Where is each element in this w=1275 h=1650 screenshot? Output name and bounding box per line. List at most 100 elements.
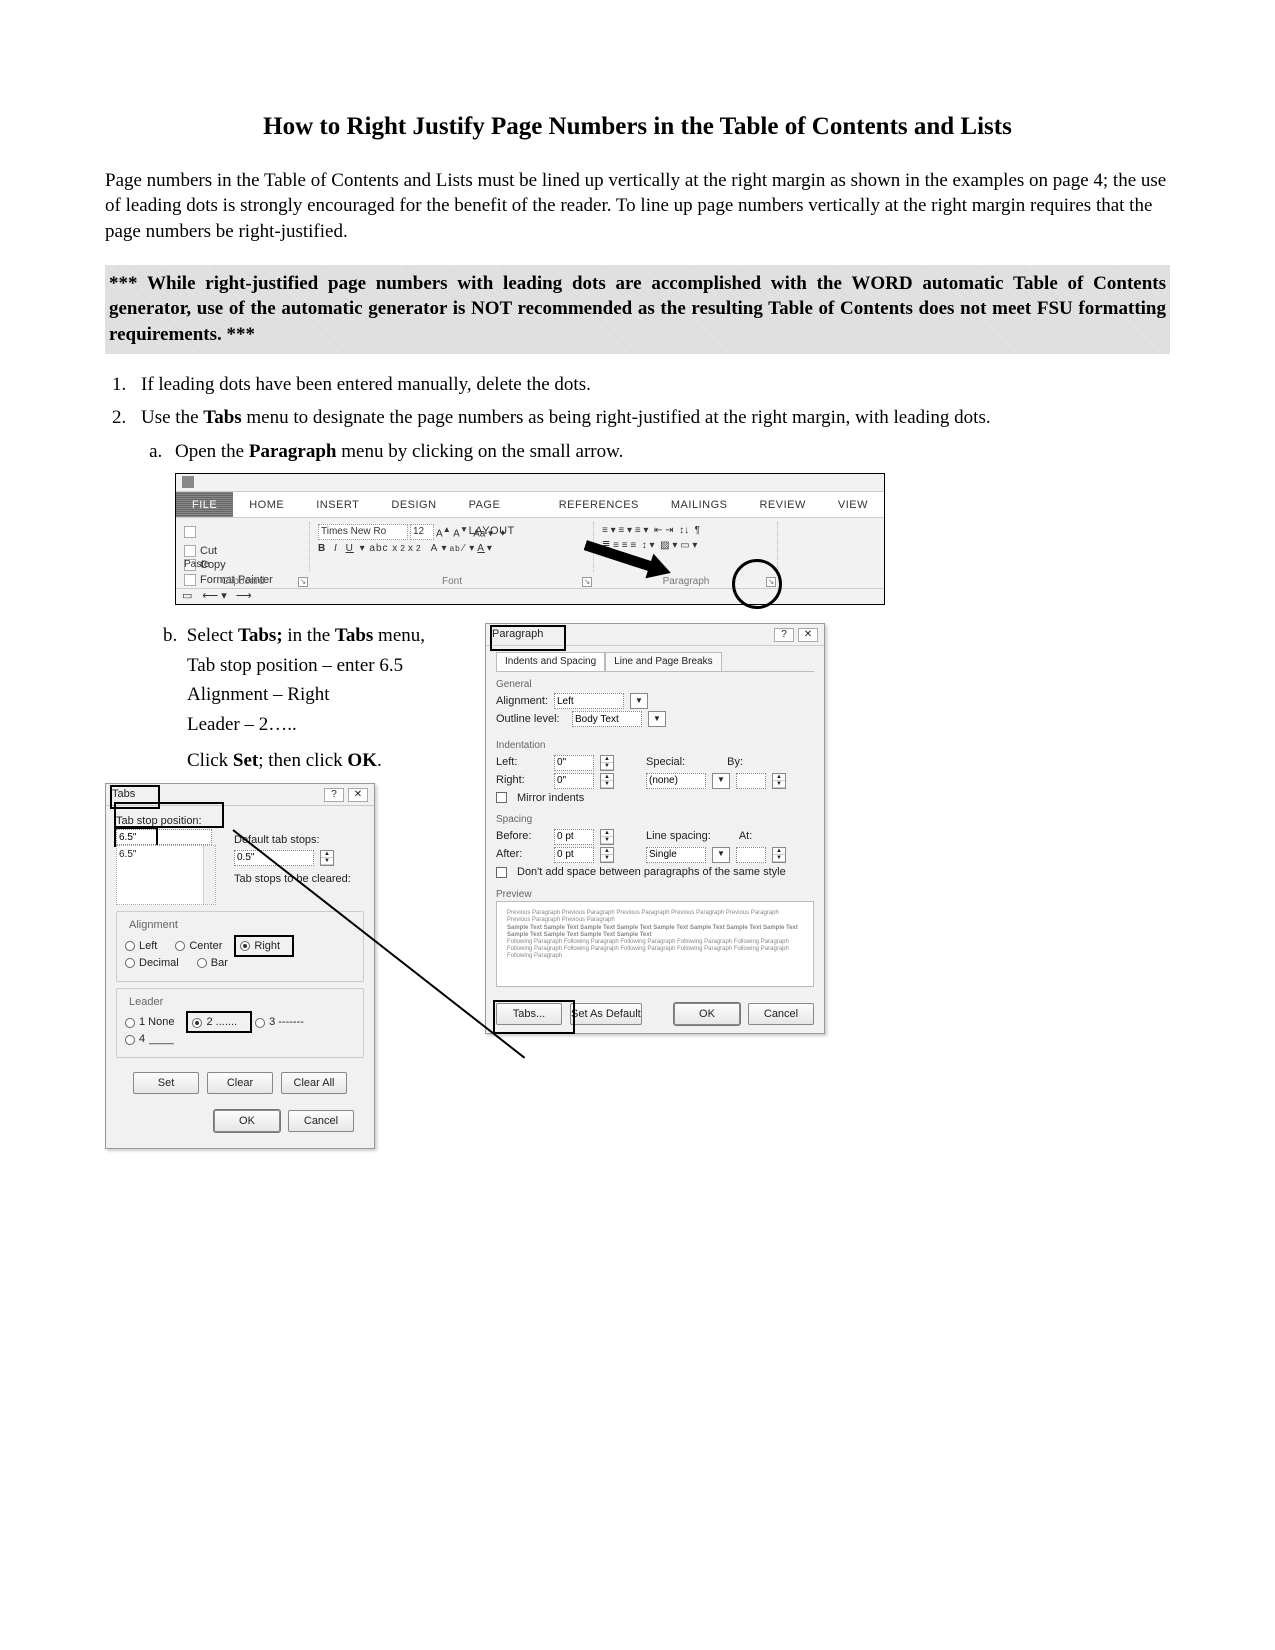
warning-box: *** While right-justified page numbers w… bbox=[105, 265, 1170, 354]
clear-all-button[interactable]: Clear All bbox=[281, 1072, 347, 1094]
help-icon[interactable]: ? bbox=[324, 788, 344, 802]
tab-indents-spacing[interactable]: Indents and Spacing bbox=[496, 652, 605, 671]
ribbon-tab-file[interactable]: FILE bbox=[176, 492, 233, 517]
at-input[interactable] bbox=[736, 847, 766, 863]
leader-4-radio[interactable]: 4 ____ bbox=[125, 1032, 174, 1047]
ribbon-tab-design[interactable]: DESIGN bbox=[375, 492, 452, 517]
dont-add-space-checkbox[interactable] bbox=[496, 867, 507, 878]
paste-label[interactable]: Paste bbox=[184, 558, 303, 572]
tabs-ok-button[interactable]: OK bbox=[214, 1110, 280, 1132]
alignment-right-label: Right bbox=[254, 939, 280, 954]
ribbon-tab-home[interactable]: HOME bbox=[233, 492, 300, 517]
para-ok-button[interactable]: OK bbox=[674, 1003, 740, 1025]
leader-4-label: 4 bbox=[139, 1032, 145, 1047]
mirror-indents-checkbox[interactable] bbox=[496, 792, 507, 803]
spinner-icon-2[interactable]: ▲▼ bbox=[600, 755, 614, 771]
mirror-indents-label: Mirror indents bbox=[517, 791, 584, 806]
paragraph-launcher-icon[interactable]: ↘ bbox=[766, 577, 776, 587]
special-select[interactable] bbox=[646, 773, 706, 789]
alignment-group-label: Alignment bbox=[125, 918, 182, 933]
tab-stop-list[interactable]: 6.5" bbox=[116, 845, 216, 905]
step-2a-a: Open the bbox=[175, 441, 249, 462]
spacing-after-label: After: bbox=[496, 847, 548, 862]
alignment-center-label: Center bbox=[189, 939, 222, 954]
indent-right-input[interactable] bbox=[554, 773, 594, 789]
spinner-icon-5[interactable]: ▲▼ bbox=[600, 829, 614, 845]
step-2b: b. Select Tabs; in the Tabs menu, bbox=[163, 623, 465, 649]
leader-3-radio[interactable]: 3 ------- bbox=[255, 1015, 304, 1030]
by-input[interactable] bbox=[736, 773, 766, 789]
dont-add-space-label: Don't add space between paragraphs of th… bbox=[517, 865, 786, 880]
ribbon-tab-pagelayout[interactable]: PAGE LAYOUT bbox=[453, 492, 543, 517]
spinner-icon-7[interactable]: ▲▼ bbox=[772, 847, 786, 863]
sub-b-click-a: Click bbox=[187, 750, 233, 771]
step-2a: Open the Paragraph menu by clicking on t… bbox=[167, 439, 1170, 605]
leader-1-radio[interactable]: 1 None bbox=[125, 1015, 174, 1030]
cut-label[interactable]: Cut bbox=[200, 545, 217, 557]
para-close-icon[interactable]: ✕ bbox=[798, 628, 818, 642]
line-spacing-select[interactable] bbox=[646, 847, 706, 863]
tabs-button[interactable]: Tabs... bbox=[496, 1003, 562, 1025]
at-label: At: bbox=[739, 829, 752, 844]
font-launcher-icon[interactable]: ↘ bbox=[582, 577, 592, 587]
ribbon-tab-insert[interactable]: INSERT bbox=[300, 492, 375, 517]
paragraph-group-label: Paragraph bbox=[663, 576, 710, 587]
clipboard-group-label: Clipboard bbox=[222, 576, 265, 587]
close-icon[interactable]: ✕ bbox=[348, 788, 368, 802]
spacing-before-input[interactable] bbox=[554, 829, 594, 845]
outline-level-select[interactable] bbox=[572, 711, 642, 727]
dropdown-icon-3[interactable]: ▼ bbox=[712, 773, 730, 789]
spinner-icon-3[interactable]: ▲▼ bbox=[600, 773, 614, 789]
font-name-box[interactable]: Times New Ro bbox=[318, 524, 408, 540]
para-help-icon[interactable]: ? bbox=[774, 628, 794, 642]
ribbon-tab-view[interactable]: VIEW bbox=[822, 492, 884, 517]
step-2-text-a: Use the bbox=[141, 407, 203, 428]
spacing-after-input[interactable] bbox=[554, 847, 594, 863]
alignment-bar-radio[interactable]: Bar bbox=[197, 956, 228, 971]
ribbon-tab-mailings[interactable]: MAILINGS bbox=[655, 492, 744, 517]
step-2b-a: Select bbox=[187, 625, 238, 646]
by-label: By: bbox=[727, 755, 743, 770]
leader-1-label: 1 None bbox=[139, 1015, 174, 1030]
clipboard-launcher-icon[interactable]: ↘ bbox=[298, 577, 308, 587]
leader-2-radio[interactable]: 2 ....... bbox=[192, 1015, 237, 1030]
alignment-decimal-radio[interactable]: Decimal bbox=[125, 956, 179, 971]
paste-icon bbox=[184, 526, 196, 538]
sub-b-click-b: Set bbox=[233, 750, 258, 771]
leader-3-label: 3 ------- bbox=[269, 1015, 304, 1030]
spinner-icon-4[interactable]: ▲▼ bbox=[772, 773, 786, 789]
sub-b-line1: Tab stop position – enter 6.5 bbox=[187, 653, 465, 679]
font-size-box[interactable]: 12 bbox=[410, 524, 434, 540]
spinner-icon-6[interactable]: ▲▼ bbox=[600, 847, 614, 863]
step-2: Use the Tabs menu to designate the page … bbox=[131, 405, 1170, 605]
sub-b-click-c: ; then click bbox=[258, 750, 347, 771]
clear-button[interactable]: Clear bbox=[207, 1072, 273, 1094]
alignment-select[interactable] bbox=[554, 693, 624, 709]
alignment-left-radio[interactable]: Left bbox=[125, 939, 157, 954]
set-as-default-button[interactable]: Set As Default bbox=[570, 1003, 642, 1025]
word-app-icon bbox=[182, 476, 194, 488]
tabs-cancel-button[interactable]: Cancel bbox=[288, 1110, 354, 1132]
spacing-label: Spacing bbox=[496, 813, 814, 827]
step-2-bold: Tabs bbox=[203, 407, 241, 428]
indent-left-input[interactable] bbox=[554, 755, 594, 771]
spinner-icon[interactable]: ▲▼ bbox=[320, 850, 334, 866]
ribbon-tab-references[interactable]: REFERENCES bbox=[543, 492, 655, 517]
alignment-decimal-label: Decimal bbox=[139, 956, 179, 971]
tabs-dialog: Tabs ? ✕ Tab stop position: 6.5" bbox=[105, 783, 375, 1149]
ruler-icon: ▭ bbox=[182, 589, 192, 604]
alignment-left-label: Left bbox=[139, 939, 157, 954]
set-button[interactable]: Set bbox=[133, 1072, 199, 1094]
dropdown-icon-2[interactable]: ▼ bbox=[648, 711, 666, 727]
ribbon-tab-review[interactable]: REVIEW bbox=[743, 492, 821, 517]
sub-b-line3: Leader – 2….. bbox=[187, 712, 465, 738]
tab-stop-list-item[interactable]: 6.5" bbox=[119, 848, 213, 862]
dropdown-icon[interactable]: ▼ bbox=[630, 693, 648, 709]
alignment-center-radio[interactable]: Center bbox=[175, 939, 222, 954]
tab-stop-position-input[interactable] bbox=[116, 829, 212, 845]
alignment-right-radio[interactable]: Right bbox=[240, 939, 280, 954]
para-cancel-button[interactable]: Cancel bbox=[748, 1003, 814, 1025]
dropdown-icon-4[interactable]: ▼ bbox=[712, 847, 730, 863]
tab-line-page-breaks[interactable]: Line and Page Breaks bbox=[605, 652, 721, 671]
special-label: Special: bbox=[646, 755, 685, 770]
